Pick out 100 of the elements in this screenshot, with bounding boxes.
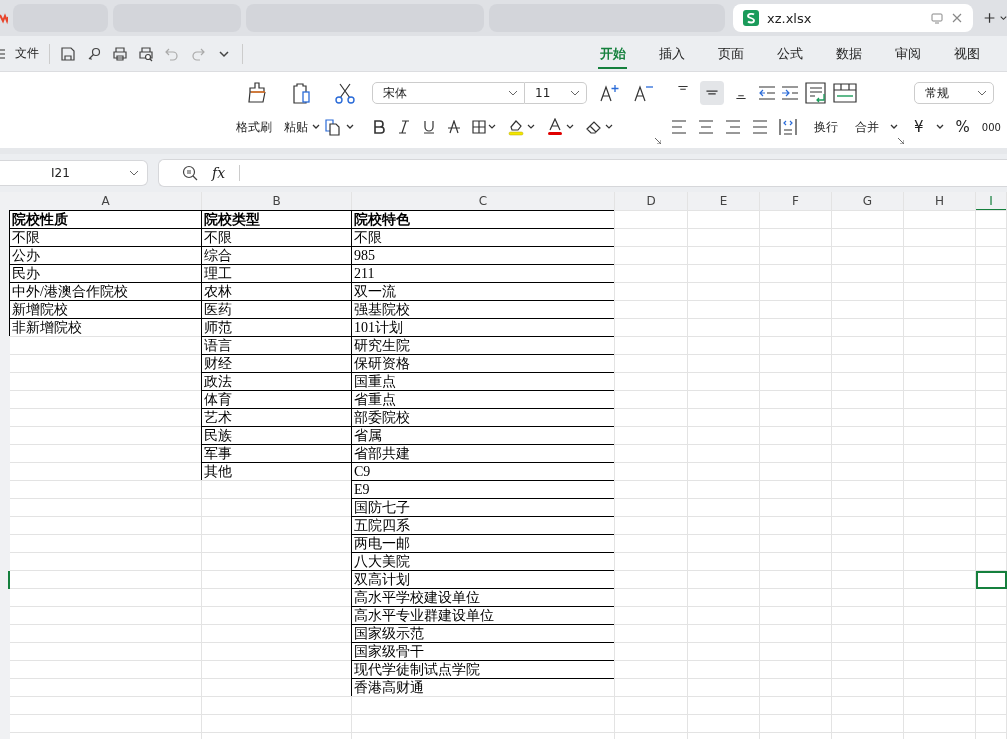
- font-name-select[interactable]: 宋体: [372, 82, 525, 104]
- table-cell: 不限: [202, 229, 352, 247]
- selected-row-marker: [8, 571, 10, 589]
- percent-button[interactable]: %: [955, 118, 970, 136]
- format-painter-icon[interactable]: [246, 82, 268, 104]
- table-cell: 财经: [202, 355, 352, 373]
- bold-icon[interactable]: [372, 120, 386, 134]
- key-icon[interactable]: [86, 45, 102, 62]
- caret-icon: [977, 90, 987, 96]
- table-cell: 师范: [202, 319, 352, 337]
- table-cell: C9: [352, 463, 615, 481]
- ribbon-tab[interactable]: 视图: [937, 38, 996, 69]
- align-left-icon[interactable]: [671, 120, 687, 134]
- table-cell: 省重点: [352, 391, 615, 409]
- align-right-icon[interactable]: [725, 120, 741, 134]
- caret-icon: [508, 90, 518, 96]
- caret-icon: [570, 90, 580, 96]
- table-cell: 八大美院: [352, 553, 615, 571]
- print-icon[interactable]: [112, 45, 128, 62]
- italic-icon[interactable]: [397, 120, 411, 134]
- table-cell: E9: [352, 481, 615, 499]
- paste-button[interactable]: 粘贴: [284, 118, 308, 136]
- wrap-text-icon[interactable]: [804, 82, 828, 104]
- ribbon-tab[interactable]: 开始: [598, 38, 627, 69]
- table-cell: 101计划: [352, 319, 615, 337]
- eraser-icon[interactable]: [585, 119, 613, 135]
- tab-title: xz.xlsx: [767, 10, 813, 26]
- table-cell: 院校特色: [352, 211, 615, 229]
- file-menu[interactable]: 文件: [15, 45, 39, 62]
- name-box[interactable]: I21: [0, 160, 148, 186]
- table-cell: 其他: [202, 463, 352, 481]
- align-center-icon[interactable]: [698, 120, 714, 134]
- decrease-indent-icon[interactable]: [758, 85, 776, 101]
- borders-icon[interactable]: [472, 120, 496, 134]
- menu-icon[interactable]: [0, 47, 5, 60]
- formula-field[interactable]: fx: [158, 159, 1007, 187]
- table-cell: 语言: [202, 337, 352, 355]
- align-button[interactable]: [700, 81, 724, 105]
- table-cell: 高水平学校建设单位: [352, 589, 615, 607]
- underline-icon[interactable]: [422, 120, 436, 134]
- increase-font-icon[interactable]: [599, 83, 621, 103]
- font-color-icon[interactable]: [546, 118, 574, 136]
- table-cell: 省部共建: [352, 445, 615, 463]
- table-cell: 高水平专业群建设单位: [352, 607, 615, 625]
- table-cell: 研究生院: [352, 337, 615, 355]
- number-format-select[interactable]: 常规: [914, 82, 994, 104]
- caret-icon[interactable]: [935, 124, 944, 130]
- table-cell: 国防七子: [352, 499, 615, 517]
- increase-indent-icon[interactable]: [781, 85, 799, 101]
- table-cell: 院校性质: [10, 211, 202, 229]
- chevron-down-icon[interactable]: [1000, 14, 1007, 22]
- expand-icon[interactable]: [898, 138, 904, 144]
- merge-button[interactable]: 合并: [855, 118, 879, 136]
- table-cell: 不限: [10, 229, 202, 247]
- ribbon-tab[interactable]: 插入: [642, 38, 701, 69]
- paste-icon[interactable]: [290, 82, 312, 104]
- justify-icon[interactable]: [752, 120, 768, 134]
- expand-icon[interactable]: [655, 138, 661, 144]
- fill-color-icon[interactable]: [507, 118, 535, 136]
- caret-icon[interactable]: [346, 124, 354, 130]
- currency-button[interactable]: ¥: [914, 118, 924, 136]
- table-cell: 体育: [202, 391, 352, 409]
- table-cell: 保研资格: [352, 355, 615, 373]
- table-cell: 五院四系: [352, 517, 615, 535]
- file-tab[interactable]: xz.xlsx: [733, 4, 973, 32]
- copy-icon[interactable]: [324, 118, 342, 136]
- decrease-font-icon[interactable]: [633, 83, 655, 103]
- table-cell: 强基院校: [352, 301, 615, 319]
- save-icon[interactable]: [60, 45, 76, 62]
- thousands-button[interactable]: 000: [981, 121, 1001, 133]
- table-cell: 省属: [352, 427, 615, 445]
- table-cell: 不限: [352, 229, 615, 247]
- ribbon-tab[interactable]: 数据: [819, 38, 878, 69]
- table-cell: 香港高财通: [352, 679, 615, 697]
- print-preview-icon[interactable]: [138, 45, 154, 62]
- close-icon[interactable]: [951, 12, 963, 24]
- table-cell: 民办: [10, 265, 202, 283]
- ribbon-tab[interactable]: 公式: [760, 38, 819, 69]
- format-painter-button[interactable]: 格式刷: [236, 118, 272, 136]
- spreadsheet-icon: [743, 10, 759, 26]
- table-cell: 艺术: [202, 409, 352, 427]
- function-button[interactable]: fx: [212, 165, 226, 181]
- table-cell: 综合: [202, 247, 352, 265]
- ribbon-tab[interactable]: 审阅: [878, 38, 937, 69]
- new-tab-icon[interactable]: [984, 10, 996, 26]
- table-cell: 两电一邮: [352, 535, 615, 553]
- caret-icon[interactable]: [890, 124, 898, 130]
- zoom-icon[interactable]: [182, 165, 198, 181]
- table-cell: 国家级示范: [352, 625, 615, 643]
- table-cell: 理工: [202, 265, 352, 283]
- strikethrough-icon[interactable]: [447, 120, 461, 134]
- distribute-icon[interactable]: [779, 118, 797, 136]
- ribbon-tab[interactable]: 页面: [701, 38, 760, 69]
- wrap-text-button[interactable]: 换行: [814, 118, 838, 136]
- merge-cells-icon[interactable]: [833, 83, 857, 103]
- font-size-select[interactable]: 11: [525, 82, 587, 104]
- caret-icon[interactable]: [312, 124, 320, 130]
- table-cell: 国家级骨干: [352, 643, 615, 661]
- selected-cell[interactable]: [976, 571, 1007, 589]
- scissors-icon[interactable]: [334, 82, 356, 104]
